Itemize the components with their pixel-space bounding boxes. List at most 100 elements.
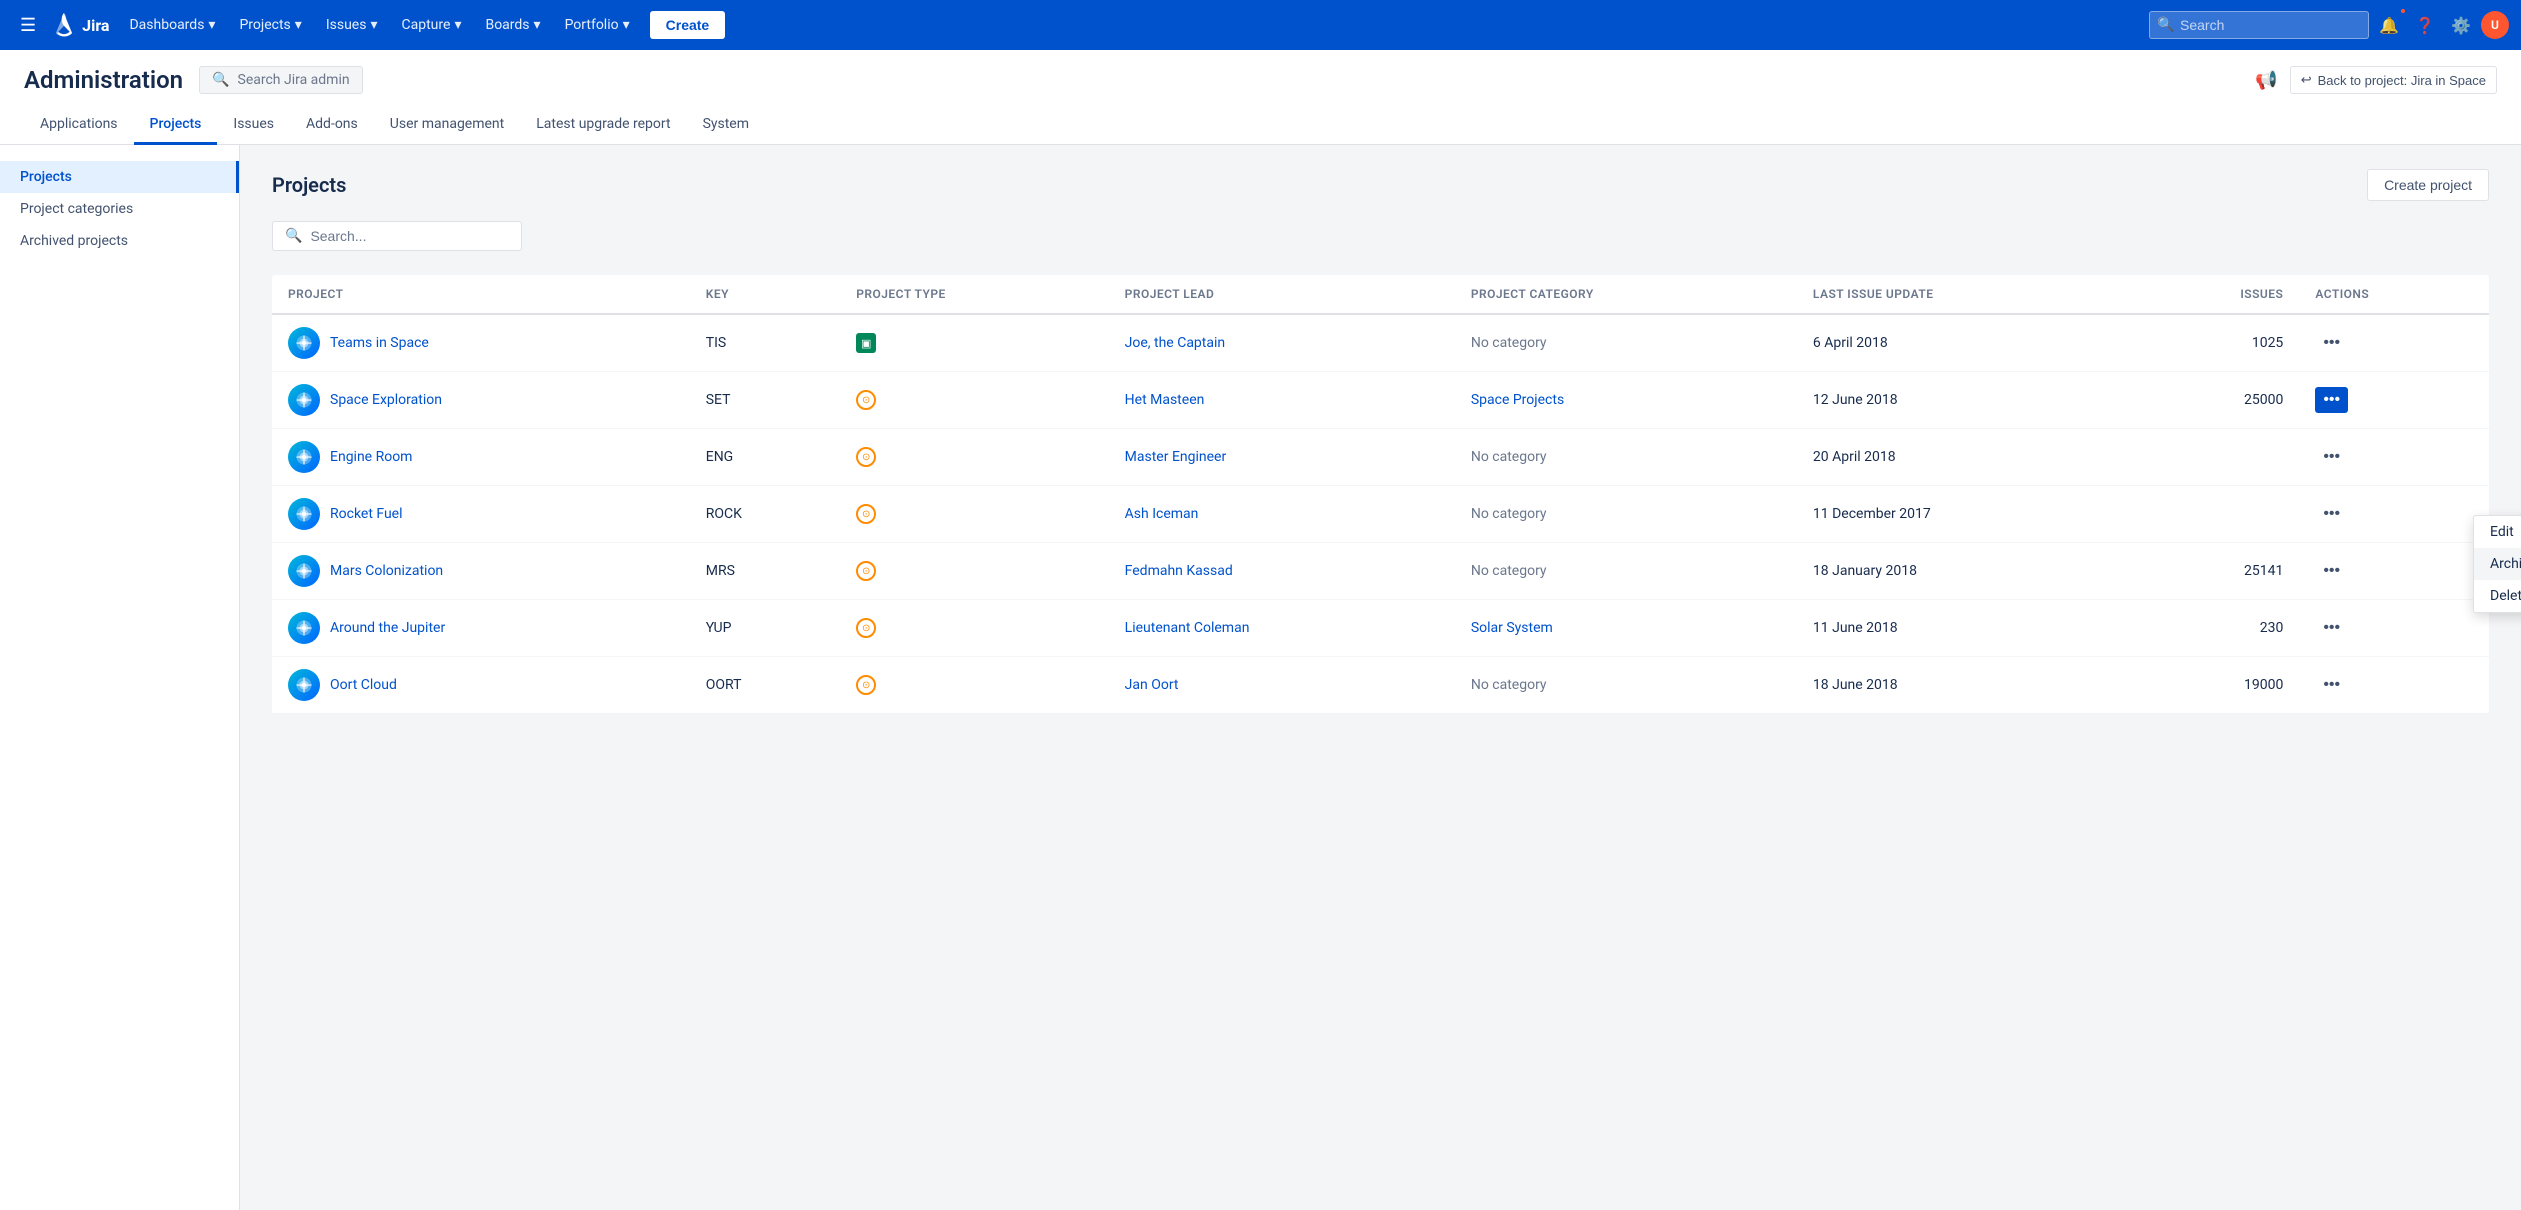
nav-portfolio[interactable]: Portfolio ▾: [553, 0, 642, 50]
project-name-link[interactable]: Rocket Fuel: [330, 506, 403, 522]
settings-icon[interactable]: ⚙️: [2445, 9, 2477, 41]
lead-link[interactable]: Lieutenant Coleman: [1125, 620, 1250, 636]
search-wrapper: 🔍: [2149, 11, 2369, 39]
actions-button[interactable]: •••: [2315, 558, 2348, 584]
project-lead: Het Masteen: [1109, 372, 1455, 429]
project-key: SET: [690, 372, 840, 429]
actions-button[interactable]: •••: [2315, 501, 2348, 527]
col-type: Project type: [840, 275, 1108, 314]
tab-add-ons[interactable]: Add-ons: [290, 106, 374, 145]
create-project-button[interactable]: Create project: [2367, 169, 2489, 201]
lead-link[interactable]: Joe, the Captain: [1125, 335, 1225, 351]
category-text: No category: [1471, 563, 1547, 579]
hamburger-menu-icon[interactable]: ☰: [12, 7, 44, 44]
type-icon: ⊙: [856, 618, 876, 638]
tab-system[interactable]: System: [687, 106, 765, 145]
project-lead: Fedmahn Kassad: [1109, 543, 1455, 600]
table-row: Around the Jupiter YUP ⊙ Lieutenant Cole…: [272, 600, 2489, 657]
admin-header: Administration 🔍 Search Jira admin 📢 ↩ B…: [0, 50, 2521, 145]
project-lead: Ash Iceman: [1109, 486, 1455, 543]
project-category: Space Projects: [1455, 372, 1797, 429]
actions-button[interactable]: •••: [2315, 672, 2348, 698]
lead-link[interactable]: Het Masteen: [1125, 392, 1205, 408]
project-name-link[interactable]: Space Exploration: [330, 392, 442, 408]
actions-button[interactable]: •••: [2315, 444, 2348, 470]
project-lead: Jan Oort: [1109, 657, 1455, 714]
projects-title: Projects: [272, 173, 346, 197]
help-icon[interactable]: ❓: [2409, 9, 2441, 41]
back-to-project-button[interactable]: ↩ Back to project: Jira in Space: [2290, 66, 2497, 94]
table-row: Space Exploration SET ⊙ Het Masteen Spac…: [272, 372, 2489, 429]
project-type: ▣: [840, 314, 1108, 372]
project-name-link[interactable]: Mars Colonization: [330, 563, 443, 579]
project-lead: Joe, the Captain: [1109, 314, 1455, 372]
sidebar: Projects Project categories Archived pro…: [0, 145, 240, 1210]
nav-issues[interactable]: Issues ▾: [314, 0, 390, 50]
notifications-icon[interactable]: 🔔: [2373, 9, 2405, 41]
category-text: No category: [1471, 449, 1547, 465]
projects-search-input[interactable]: [310, 228, 509, 244]
project-last-update: 20 April 2018: [1797, 429, 2134, 486]
col-lead: Project lead: [1109, 275, 1455, 314]
actions-button[interactable]: •••: [2315, 330, 2348, 356]
project-name-link[interactable]: Oort Cloud: [330, 677, 397, 693]
tab-projects[interactable]: Projects: [134, 106, 218, 145]
type-icon: ⊙: [856, 561, 876, 581]
announcements-icon[interactable]: 📢: [2255, 70, 2277, 91]
project-type: ⊙: [840, 372, 1108, 429]
category-link[interactable]: Solar System: [1471, 620, 1553, 636]
create-button[interactable]: Create: [650, 11, 726, 39]
avatar[interactable]: U: [2481, 11, 2509, 39]
project-type: ⊙: [840, 600, 1108, 657]
actions-button[interactable]: •••: [2315, 615, 2348, 641]
project-key: OORT: [690, 657, 840, 714]
project-name-link[interactable]: Teams in Space: [330, 335, 429, 351]
project-key: MRS: [690, 543, 840, 600]
lead-link[interactable]: Jan Oort: [1125, 677, 1179, 693]
projects-table: Project Key Project type Project lead Pr…: [272, 275, 2489, 714]
actions-button[interactable]: •••: [2315, 387, 2348, 413]
project-icon: [288, 384, 320, 416]
arrow-left-icon: ↩: [2301, 72, 2312, 88]
project-name-cell: Mars Colonization: [288, 555, 674, 587]
nav-projects[interactable]: Projects ▾: [227, 0, 313, 50]
project-category: No category: [1455, 543, 1797, 600]
project-name-cell: Engine Room: [288, 441, 674, 473]
dropdown-archive[interactable]: Archive: [2474, 548, 2521, 580]
nav-dashboards[interactable]: Dashboards ▾: [117, 0, 227, 50]
admin-body: Projects Project categories Archived pro…: [0, 145, 2521, 1210]
search-icon: 🔍: [2157, 17, 2174, 33]
sidebar-item-projects[interactable]: Projects: [0, 161, 239, 193]
admin-search-placeholder: Search Jira admin: [238, 72, 350, 88]
search-input[interactable]: [2149, 11, 2369, 39]
project-name-link[interactable]: Around the Jupiter: [330, 620, 445, 636]
jira-logo[interactable]: Jira: [44, 13, 117, 37]
category-link[interactable]: Space Projects: [1471, 392, 1564, 408]
table-row: Rocket Fuel ROCK ⊙ Ash Iceman No categor…: [272, 486, 2489, 543]
chevron-down-icon: ▾: [623, 17, 630, 33]
project-name-link[interactable]: Engine Room: [330, 449, 412, 465]
tab-user-management[interactable]: User management: [374, 106, 520, 145]
chevron-down-icon: ▾: [208, 17, 215, 33]
nav-boards[interactable]: Boards ▾: [473, 0, 552, 50]
tab-latest-upgrade-report[interactable]: Latest upgrade report: [520, 106, 686, 145]
lead-link[interactable]: Fedmahn Kassad: [1125, 563, 1233, 579]
project-last-update: 11 June 2018: [1797, 600, 2134, 657]
project-issues: 1025: [2134, 314, 2300, 372]
lead-link[interactable]: Master Engineer: [1125, 449, 1227, 465]
tab-issues[interactable]: Issues: [217, 106, 290, 145]
dropdown-delete[interactable]: Delete: [2474, 580, 2521, 612]
dropdown-edit[interactable]: Edit: [2474, 516, 2521, 548]
project-issues: [2134, 486, 2300, 543]
sidebar-item-project-categories[interactable]: Project categories: [0, 193, 239, 225]
chevron-down-icon: ▾: [370, 17, 377, 33]
sidebar-item-archived-projects[interactable]: Archived projects: [0, 225, 239, 257]
main-content: Projects Create project 🔍 Project Key Pr…: [240, 145, 2521, 1210]
project-last-update: 11 December 2017: [1797, 486, 2134, 543]
chevron-down-icon: ▾: [534, 17, 541, 33]
admin-search-bar[interactable]: 🔍 Search Jira admin: [199, 66, 363, 94]
dropdown-menu: Edit Archive Delete: [2473, 515, 2521, 613]
lead-link[interactable]: Ash Iceman: [1125, 506, 1199, 522]
tab-applications[interactable]: Applications: [24, 106, 134, 145]
nav-capture[interactable]: Capture ▾: [390, 0, 474, 50]
